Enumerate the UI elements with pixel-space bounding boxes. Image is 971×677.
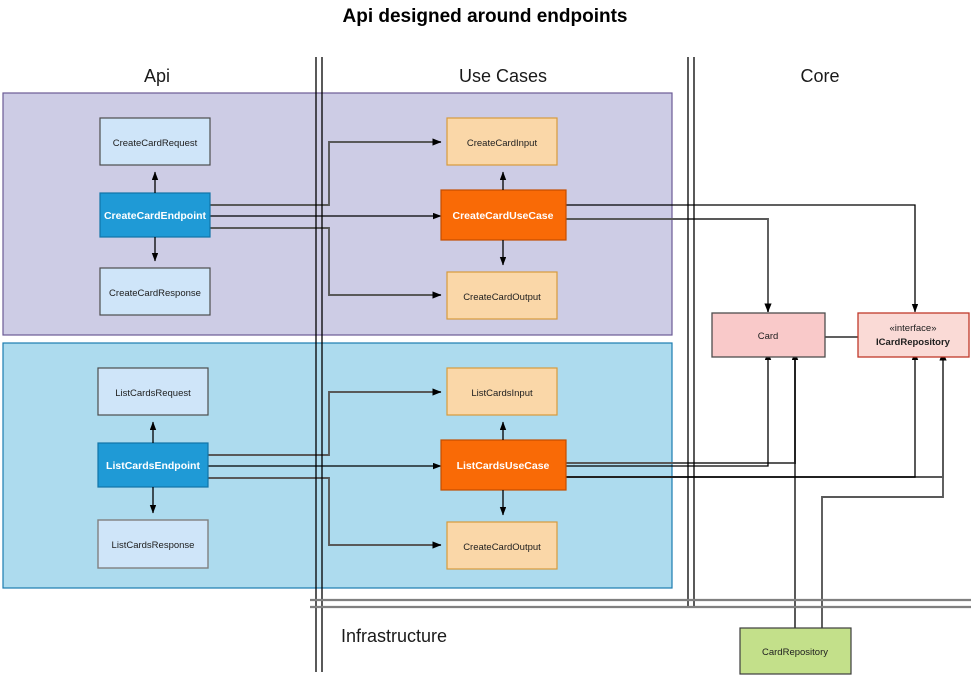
node-create-card-endpoint-label: CreateCardEndpoint <box>104 210 207 222</box>
node-list-cards-output[interactable]: CreateCardOutput <box>446 521 558 570</box>
node-create-card-response[interactable]: CreateCardResponse <box>99 267 211 316</box>
column-header-use-cases: Use Cases <box>459 66 547 86</box>
node-create-card-request-label: CreateCardRequest <box>113 138 198 149</box>
node-create-card-usecase-label: CreateCardUseCase <box>453 210 554 222</box>
node-list-cards-request-label: ListCardsRequest <box>115 388 191 399</box>
node-list-cards-endpoint-label: ListCardsEndpoint <box>106 460 200 472</box>
column-header-api: Api <box>144 66 170 86</box>
node-create-card-input[interactable]: CreateCardInput <box>446 117 558 166</box>
node-card-label: Card <box>758 331 779 342</box>
node-card[interactable]: Card <box>711 312 826 358</box>
node-list-cards-usecase-label: ListCardsUseCase <box>457 460 550 472</box>
node-list-cards-input-label: ListCardsInput <box>471 388 533 399</box>
edge-cardrepository-implements-icardrepository <box>821 351 947 628</box>
node-list-cards-endpoint[interactable]: ListCardsEndpoint <box>97 442 209 488</box>
node-create-card-input-label: CreateCardInput <box>467 138 538 149</box>
node-list-cards-usecase[interactable]: ListCardsUseCase <box>440 439 567 491</box>
page-title: Api designed around endpoints <box>343 6 628 27</box>
node-create-card-usecase[interactable]: CreateCardUseCase <box>440 189 567 241</box>
node-list-cards-response-label: ListCardsResponse <box>112 540 195 551</box>
node-icard-repository-stereotype: «interface» <box>889 323 936 334</box>
node-create-card-response-label: CreateCardResponse <box>109 288 201 299</box>
infrastructure-label: Infrastructure <box>341 626 447 646</box>
column-header-core: Core <box>800 66 839 86</box>
node-create-card-request[interactable]: CreateCardRequest <box>99 117 211 166</box>
node-create-card-output[interactable]: CreateCardOutput <box>446 271 558 320</box>
node-list-cards-response[interactable]: ListCardsResponse <box>97 519 209 569</box>
node-list-cards-input[interactable]: ListCardsInput <box>446 367 558 416</box>
node-create-card-endpoint[interactable]: CreateCardEndpoint <box>99 192 211 238</box>
node-card-repository-label: CardRepository <box>762 647 828 658</box>
node-create-card-output-label: CreateCardOutput <box>463 292 541 303</box>
node-list-cards-output-label: CreateCardOutput <box>463 542 541 553</box>
architecture-diagram: Api designed around endpoints Api Use Ca… <box>2 6 971 675</box>
node-icard-repository[interactable]: «interface» ICardRepository <box>857 312 970 358</box>
node-list-cards-request[interactable]: ListCardsRequest <box>97 367 209 416</box>
node-card-repository[interactable]: CardRepository <box>739 627 852 675</box>
node-icard-repository-label: ICardRepository <box>876 337 951 348</box>
